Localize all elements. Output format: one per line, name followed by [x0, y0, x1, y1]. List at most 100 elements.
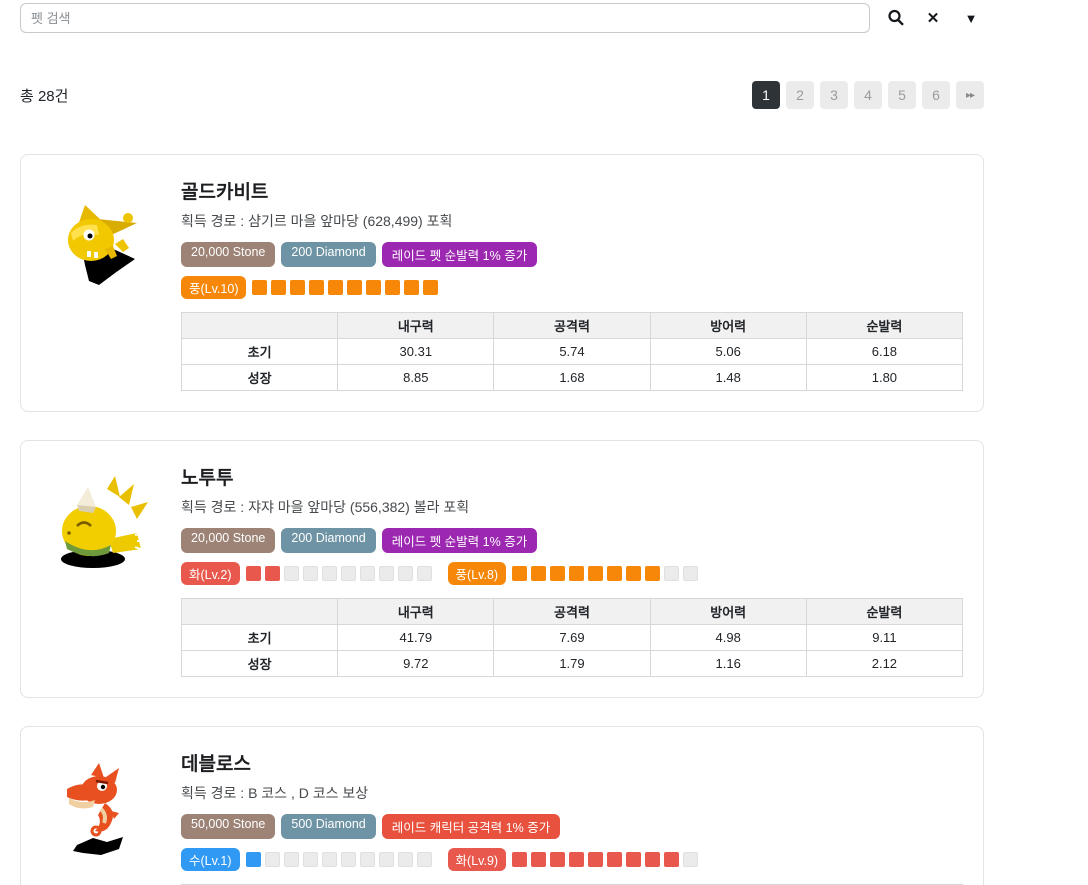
element-level-point — [322, 852, 337, 867]
stat-value: 1.79 — [494, 651, 650, 677]
element-level-point — [550, 566, 565, 581]
pet-acquisition: 획득 경로 : B 코스 , D 코스 보상 — [181, 783, 963, 803]
element-level-squares — [246, 852, 432, 867]
stat-value: 5.74 — [494, 339, 650, 365]
pet-badges: 20,000 Stone 200 Diamond 레이드 펫 순발력 1% 증가 — [181, 528, 963, 553]
stat-value: 7.69 — [494, 625, 650, 651]
stat-value: 6.18 — [806, 339, 962, 365]
pet-elements: 수(Lv.1) 화(Lv.9) — [181, 848, 963, 871]
pet-acquisition: 획득 경로 : 쟈쟈 마을 앞마당 (556,382) 볼라 포획 — [181, 497, 963, 517]
stat-value: 5.06 — [650, 339, 806, 365]
element-badge-fire: 화(Lv.2) — [181, 562, 240, 585]
search-input[interactable] — [20, 3, 870, 33]
element-group-fire: 화(Lv.9) — [448, 848, 699, 871]
element-level-point — [569, 566, 584, 581]
badge-raid-effect: 레이드 펫 순발력 1% 증가 — [382, 242, 537, 267]
element-level-point — [265, 852, 280, 867]
element-level-point — [360, 566, 375, 581]
element-badge-wind: 풍(Lv.10) — [181, 276, 246, 299]
element-level-point — [607, 566, 622, 581]
element-level-squares — [246, 566, 432, 581]
page-button-1[interactable]: 1 — [752, 81, 780, 109]
element-badge-fire: 화(Lv.9) — [448, 848, 507, 871]
pet-acquisition: 획득 경로 : 샴기르 마을 앞마당 (628,499) 포획 — [181, 211, 963, 231]
pet-card-body: 노투투 획득 경로 : 쟈쟈 마을 앞마당 (556,382) 볼라 포획 20… — [161, 455, 963, 677]
pet-badges: 20,000 Stone 200 Diamond 레이드 펫 순발력 1% 증가 — [181, 242, 963, 267]
element-level-point — [398, 566, 413, 581]
element-group-fire: 화(Lv.2) — [181, 562, 432, 585]
pet-elements: 화(Lv.2) 풍(Lv.8) — [181, 562, 963, 585]
element-level-point — [246, 852, 261, 867]
stat-value: 1.48 — [650, 365, 806, 391]
stat-value: 2.12 — [806, 651, 962, 677]
element-level-point — [265, 566, 280, 581]
stat-header-attack: 공격력 — [494, 599, 650, 625]
badge-stone: 50,000 Stone — [181, 814, 275, 839]
page-button-6[interactable]: 6 — [922, 81, 950, 109]
badge-diamond: 200 Diamond — [281, 242, 375, 267]
element-badge-wind: 풍(Lv.8) — [448, 562, 507, 585]
pet-name: 데블로스 — [181, 749, 963, 776]
element-group-wind: 풍(Lv.10) — [181, 276, 438, 299]
badge-raid-effect: 레이드 펫 순발력 1% 증가 — [382, 528, 537, 553]
dropdown-caret-icon[interactable]: ▼ — [959, 6, 983, 30]
stat-row-growth: 성장 9.72 1.79 1.16 2.12 — [182, 651, 963, 677]
element-level-point — [246, 566, 261, 581]
element-level-point — [347, 280, 362, 295]
search-icon[interactable] — [884, 6, 908, 30]
element-level-point — [531, 566, 546, 581]
stat-value: 4.98 — [650, 625, 806, 651]
element-level-point — [290, 280, 305, 295]
badge-raid-effect: 레이드 캐릭터 공격력 1% 증가 — [382, 814, 560, 839]
element-level-point — [366, 280, 381, 295]
pet-card: 골드카비트 획득 경로 : 샴기르 마을 앞마당 (628,499) 포획 20… — [20, 154, 984, 412]
page-button-3[interactable]: 3 — [820, 81, 848, 109]
element-level-point — [303, 852, 318, 867]
pet-image-goldcarbit — [36, 169, 161, 391]
element-level-point — [379, 566, 394, 581]
element-level-point — [328, 280, 343, 295]
clear-icon[interactable]: ✕ — [921, 6, 945, 30]
page: ✕ ▼ 총 28건 1 2 3 4 5 6 ▸▸ — [20, 0, 984, 885]
stat-header-empty — [182, 599, 338, 625]
element-level-point — [341, 852, 356, 867]
badge-stone: 20,000 Stone — [181, 242, 275, 267]
element-level-point — [284, 852, 299, 867]
element-level-point — [309, 280, 324, 295]
page-button-5[interactable]: 5 — [888, 81, 916, 109]
page-button-2[interactable]: 2 — [786, 81, 814, 109]
stat-header-attack: 공격력 — [494, 313, 650, 339]
stat-header-durability: 내구력 — [338, 313, 494, 339]
element-level-point — [550, 852, 565, 867]
badge-diamond: 500 Diamond — [281, 814, 375, 839]
stat-header-durability: 내구력 — [338, 599, 494, 625]
pet-card: 노투투 획득 경로 : 쟈쟈 마을 앞마당 (556,382) 볼라 포획 20… — [20, 440, 984, 698]
pet-card-body: 데블로스 획득 경로 : B 코스 , D 코스 보상 50,000 Stone… — [161, 741, 963, 885]
pet-sprite-icon — [49, 475, 149, 575]
element-level-point — [360, 852, 375, 867]
stat-value: 41.79 — [338, 625, 494, 651]
element-level-point — [417, 852, 432, 867]
element-level-point — [588, 852, 603, 867]
stat-value: 9.11 — [806, 625, 962, 651]
row-label-growth: 성장 — [182, 651, 338, 677]
pet-name: 골드카비트 — [181, 177, 963, 204]
stat-header-defense: 방어력 — [650, 599, 806, 625]
element-level-point — [626, 566, 641, 581]
pagination-next-icon[interactable]: ▸▸ — [956, 81, 984, 109]
badge-stone: 20,000 Stone — [181, 528, 275, 553]
page-button-4[interactable]: 4 — [854, 81, 882, 109]
stat-value: 1.68 — [494, 365, 650, 391]
stat-header-agility: 순발력 — [806, 313, 962, 339]
stat-value: 8.85 — [338, 365, 494, 391]
element-level-point — [303, 566, 318, 581]
pet-card-body: 골드카비트 획득 경로 : 샴기르 마을 앞마당 (628,499) 포획 20… — [161, 169, 963, 391]
element-level-point — [626, 852, 641, 867]
element-level-squares — [252, 280, 438, 295]
element-level-point — [512, 566, 527, 581]
element-level-point — [607, 852, 622, 867]
pet-image-notutu — [36, 455, 161, 677]
element-level-point — [252, 280, 267, 295]
element-level-squares — [512, 852, 698, 867]
element-level-point — [398, 852, 413, 867]
